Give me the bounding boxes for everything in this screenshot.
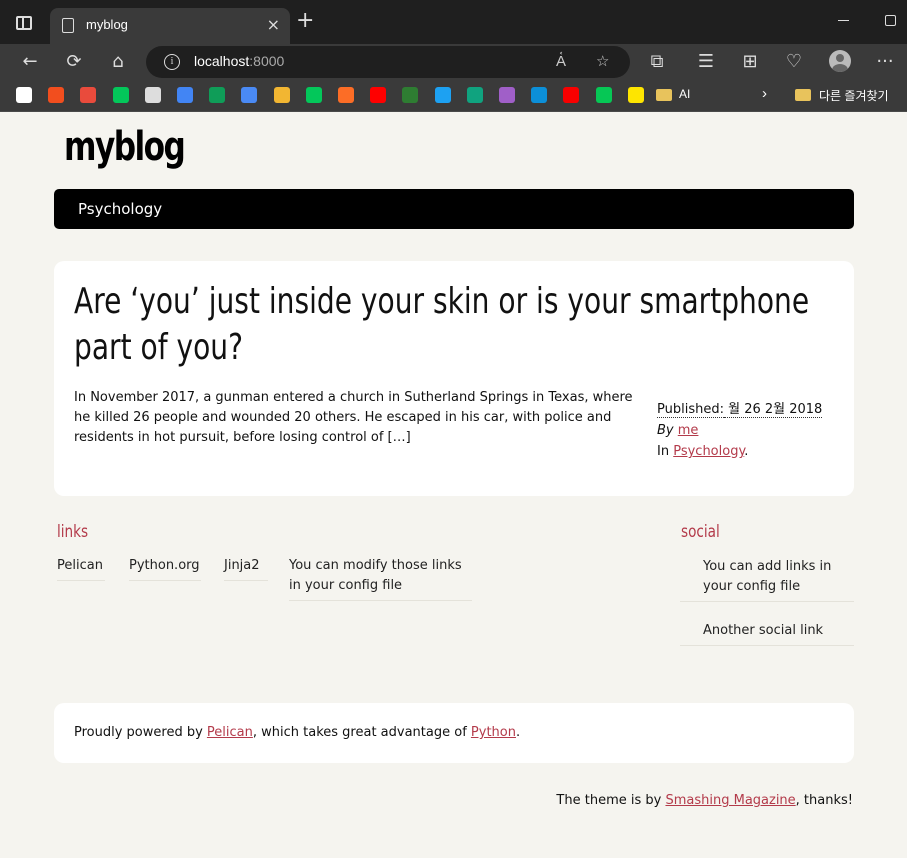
address-bar[interactable]: i localhost:8000 A᷾ ☆ (146, 46, 630, 78)
new-tab-icon[interactable]: + (296, 10, 314, 32)
globe-icon[interactable] (144, 87, 161, 103)
maximize-icon[interactable] (885, 15, 896, 26)
author-link[interactable]: me (678, 423, 699, 438)
home-icon[interactable]: ⌂ (106, 50, 130, 74)
drive-icon[interactable] (209, 87, 226, 103)
by-label: By (657, 423, 674, 438)
menu-more-icon[interactable]: ··· (873, 50, 897, 74)
social-link-another[interactable]: Another social link (680, 621, 854, 646)
post-meta: Published: 월 26 2월 2018 By me In Psychol… (657, 399, 823, 462)
footer-prefix: Proudly powered by (74, 725, 203, 740)
bookmark-folder-ai[interactable]: AI (679, 87, 690, 101)
folder-icon[interactable] (656, 89, 672, 101)
theme-credit: The theme is by Smashing Magazine, thank… (556, 793, 853, 808)
favorites-icon[interactable]: ☰ (694, 50, 718, 74)
grid-icon[interactable] (499, 87, 515, 103)
credit-prefix: The theme is by (556, 793, 662, 808)
post-summary: In November 2017, a gunman entered a chu… (74, 390, 633, 445)
page-icon (62, 18, 74, 33)
tab-myblog[interactable]: myblog × (50, 8, 290, 44)
chevron-right-icon[interactable]: › (762, 85, 767, 102)
links-heading: links (57, 522, 89, 542)
favorite-star-icon[interactable]: ☆ (596, 52, 609, 70)
link-pelican[interactable]: Pelican (57, 556, 105, 581)
edge-icon[interactable] (531, 87, 548, 103)
site-title[interactable]: myblog (64, 124, 186, 170)
blog-icon[interactable] (112, 87, 129, 103)
app-icon[interactable] (80, 87, 97, 103)
folder-icon[interactable] (795, 89, 811, 101)
url-port: :8000 (249, 53, 285, 69)
store-icon[interactable] (241, 87, 258, 103)
menu-item-psychology[interactable]: Psychology (78, 200, 162, 218)
kakao-icon[interactable] (627, 87, 644, 103)
url-text[interactable]: localhost:8000 (194, 53, 284, 69)
openai-icon[interactable] (466, 87, 483, 103)
other-bookmarks[interactable]: 다른 즐겨찾기 (819, 87, 889, 104)
article-card: Are ‘you’ just inside your skin or is yo… (54, 261, 854, 496)
close-tab-icon[interactable]: × (267, 15, 280, 34)
figma-icon[interactable] (48, 87, 65, 103)
back-icon[interactable]: ← (18, 50, 42, 74)
footer-text: Proudly powered by Pelican, which takes … (74, 725, 520, 740)
extensions-icon[interactable]: ⧉ (645, 50, 669, 74)
footer-suffix: . (515, 725, 521, 740)
published-label: Published: (657, 402, 724, 418)
site-info-icon[interactable]: i (164, 54, 180, 70)
reload-icon[interactable]: ⟳ (62, 50, 86, 74)
post-title[interactable]: Are ‘you’ just inside your skin or is yo… (74, 279, 835, 371)
d-icon[interactable] (273, 87, 290, 103)
line-icon[interactable] (595, 87, 612, 103)
tab-actions-icon[interactable] (16, 16, 32, 30)
health-icon[interactable]: ♡ (782, 50, 806, 74)
published-date: 월 26 2월 2018 (723, 402, 823, 418)
in-label: In (657, 444, 670, 459)
python-link[interactable]: Python (471, 725, 516, 740)
credit-suffix: , thanks! (795, 793, 853, 808)
main-menu: Psychology (54, 189, 854, 229)
oracle-icon[interactable] (563, 87, 580, 103)
minimize-icon[interactable] (838, 20, 849, 21)
period: . (744, 444, 749, 459)
tab-bar: myblog × + (0, 0, 907, 44)
social-heading: social (681, 522, 720, 542)
link-python-org[interactable]: Python.org (129, 556, 201, 581)
gitlab-icon[interactable] (338, 87, 354, 103)
link-modify-config[interactable]: You can modify those links in your confi… (289, 556, 472, 601)
youtube-icon[interactable] (370, 87, 387, 103)
bookmarks-bar: AI › 다른 즐겨찾기 (0, 80, 907, 112)
footer: Proudly powered by Pelican, which takes … (54, 703, 854, 763)
url-host: localhost (194, 53, 250, 69)
game-icon[interactable] (402, 87, 419, 103)
read-aloud-icon[interactable]: A᷾ (556, 52, 566, 70)
bird-icon[interactable] (434, 87, 451, 103)
collections-icon[interactable]: ⊞ (738, 50, 762, 74)
navigation-bar: ← ⟳ ⌂ i localhost:8000 A᷾ ☆ ⧉ ☰ ⊞ ♡ ··· (0, 44, 907, 80)
link-jinja2[interactable]: Jinja2 (224, 556, 268, 581)
pelican-link[interactable]: Pelican (207, 725, 253, 740)
profile-avatar[interactable] (829, 50, 851, 72)
smashing-magazine-link[interactable]: Smashing Magazine (665, 793, 795, 808)
tab-title: myblog (86, 17, 128, 32)
notion-icon[interactable] (16, 87, 32, 103)
google-icon[interactable] (177, 87, 193, 103)
social-link-config[interactable]: You can add links in your config file (680, 557, 854, 602)
naver-icon[interactable] (305, 87, 322, 103)
footer-middle: , which takes great advantage of (252, 725, 467, 740)
category-link[interactable]: Psychology (673, 444, 744, 459)
